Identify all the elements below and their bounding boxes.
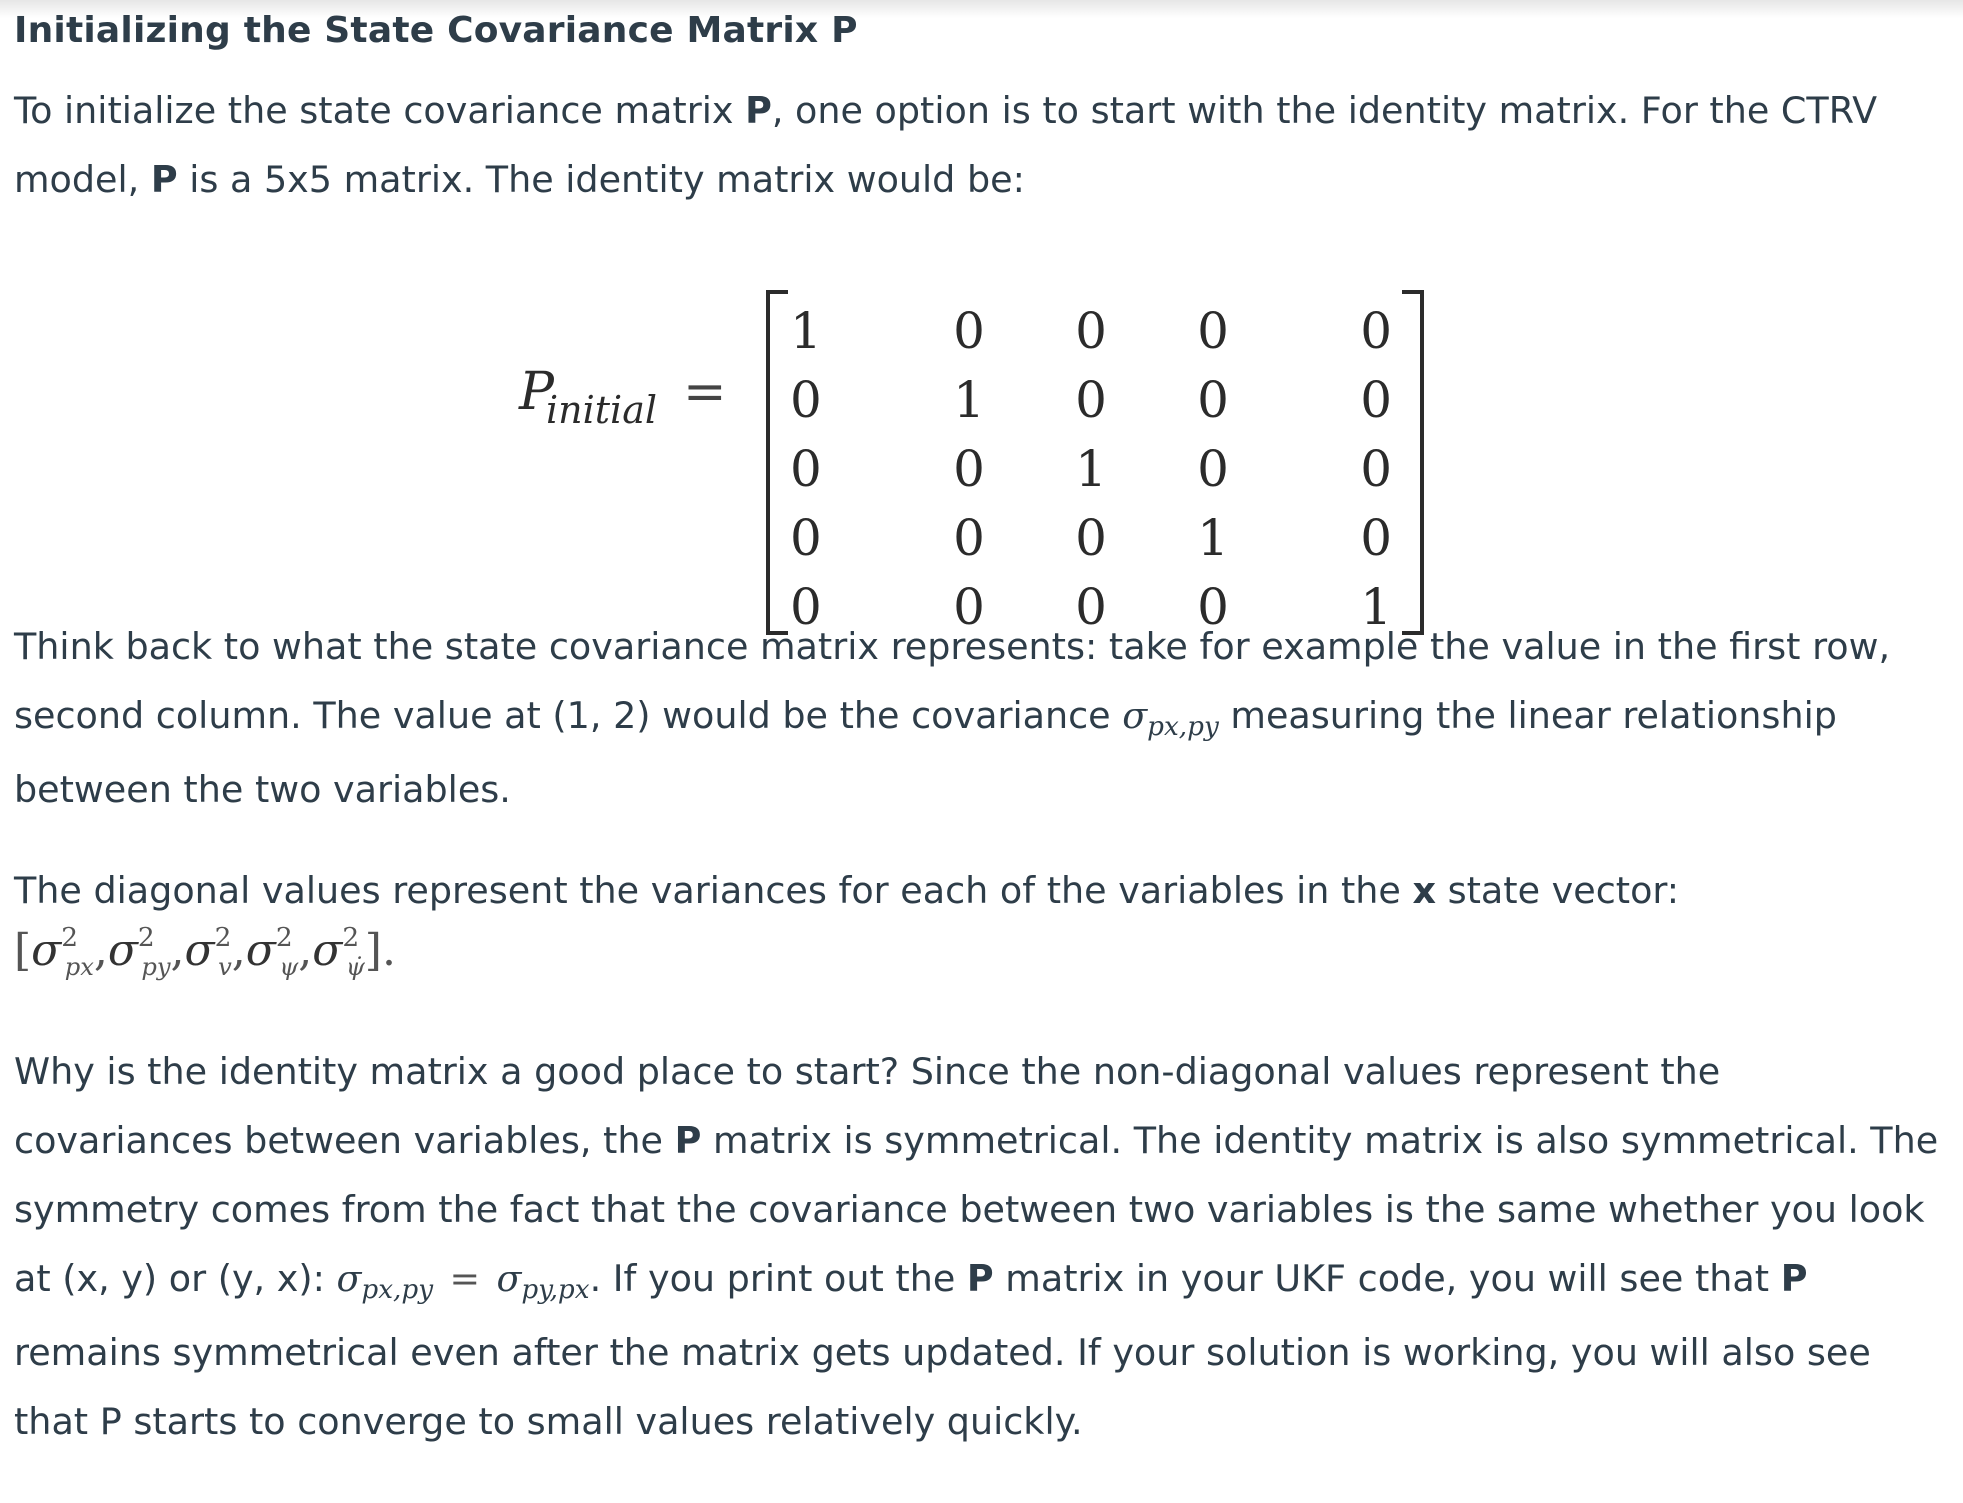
period: . (589, 1257, 602, 1300)
variance-subscript: py (141, 953, 171, 982)
intro-paragraph: To initialize the state covariance matri… (14, 76, 1949, 214)
sigma-subscript: px,py (361, 1275, 434, 1306)
matrix-cell: 0 (1197, 370, 1229, 429)
matrix-cell: 0 (1197, 577, 1229, 636)
matrix-cell: 0 (790, 439, 822, 498)
symmetry-paragraph: Why is the identity matrix a good place … (14, 1037, 1949, 1456)
sigma-symbol: σ (245, 925, 276, 976)
matrix-cell: 0 (790, 577, 822, 636)
variance-vector: [σ2px,σ2py,σ2v,σ2ψ,σ2ψ̇]. (14, 921, 1949, 987)
vector-close-bracket: ]. (364, 925, 396, 976)
matrix-cell: 0 (953, 577, 985, 636)
identity-matrix-equation: Pinitial = 1000001000001000001000001 (14, 232, 1949, 636)
matrix-cell: 0 (1360, 370, 1392, 429)
matrix-cell: 0 (953, 508, 985, 567)
sigma-symbol: σ (312, 925, 343, 976)
vector-open-bracket: [ (14, 925, 32, 976)
text-span: If you print out the (601, 1257, 967, 1300)
lhs-subscript: initial (546, 388, 658, 432)
vector-comma: , (93, 925, 108, 976)
text-span: remains symmetrical even after the matri… (14, 1331, 1871, 1443)
matrix-cell: 0 (953, 439, 985, 498)
matrix-cell: 0 (1197, 301, 1229, 360)
matrix-cell: 0 (1075, 508, 1107, 567)
matrix-cell: 0 (1075, 577, 1107, 636)
diagonal-paragraph: The diagonal values represent the varian… (14, 856, 1949, 925)
vector-comma: , (231, 925, 246, 976)
matrix-cell: 0 (1075, 370, 1107, 429)
matrix-cell: 0 (1360, 508, 1392, 567)
bold-p: P (150, 158, 178, 201)
power-two: 2 (137, 922, 155, 953)
matrix-cell: 1 (953, 370, 985, 429)
matrix-cell: 0 (1197, 439, 1229, 498)
variance-subscript: px (64, 953, 94, 982)
bold-p: P (1780, 1257, 1808, 1300)
matrix-cell: 0 (953, 301, 985, 360)
sigma-symbol: σ (1122, 694, 1148, 737)
power-two: 2 (214, 922, 232, 953)
text-span: To initialize the state covariance matri… (14, 89, 746, 132)
sigma-symbol: σ (31, 925, 62, 976)
power-two: 2 (342, 922, 360, 953)
matrix-cell: 1 (1197, 508, 1229, 567)
matrix-cell: 1 (1075, 439, 1107, 498)
matrix-cell: 1 (1360, 577, 1392, 636)
equals-sign: = (683, 362, 727, 422)
vector-comma: , (170, 925, 185, 976)
bold-p: P (966, 1257, 994, 1300)
left-bracket (766, 290, 788, 635)
article-content: Initializing the State Covariance Matrix… (14, 0, 1949, 1456)
vector-comma: , (298, 925, 313, 976)
bold-p: P (745, 89, 772, 132)
sigma-symbol: σ (107, 925, 138, 976)
matrix-lhs: Pinitial = (519, 362, 727, 432)
sigma-symbol: σ (336, 1257, 362, 1300)
matrix-cell: 0 (790, 370, 822, 429)
power-two: 2 (275, 922, 293, 953)
matrix-cell: 1 (790, 301, 822, 360)
sigma-symbol: σ (496, 1257, 522, 1300)
text-span: matrix in your UKF code, you will see th… (993, 1257, 1781, 1300)
text-span: is a 5x5 matrix. The identity matrix wou… (177, 158, 1025, 201)
matrix-cell: 0 (1075, 301, 1107, 360)
bold-x: x (1412, 869, 1436, 912)
variance-subscript: ψ (279, 953, 299, 982)
equals-sign: = (449, 1257, 481, 1300)
power-two: 2 (61, 922, 79, 953)
matrix-cell: 0 (1360, 301, 1392, 360)
bold-p: P (674, 1119, 702, 1162)
right-bracket (1402, 290, 1424, 635)
text-span: state vector: (1436, 869, 1680, 912)
matrix-grid: 1 0 0 0 0 0 1 0 0 0 0 0 1 0 0 0 0 0 1 0 0 0 0 0 1 (786, 296, 1396, 641)
matrix-cell: 0 (790, 508, 822, 567)
section-heading: Initializing the State Covariance Matrix… (14, 10, 858, 51)
text-span: The diagonal values represent the varian… (14, 869, 1413, 912)
sigma-symbol: σ (184, 925, 215, 976)
matrix-cell: 0 (1360, 439, 1392, 498)
covariance-paragraph: Think back to what the state covariance … (14, 612, 1949, 824)
sigma-subscript: py,px (521, 1275, 590, 1306)
variance-subscript: ψ̇ (345, 953, 365, 982)
sigma-subscript: px,py (1147, 712, 1219, 743)
variance-subscript: v (218, 953, 232, 982)
